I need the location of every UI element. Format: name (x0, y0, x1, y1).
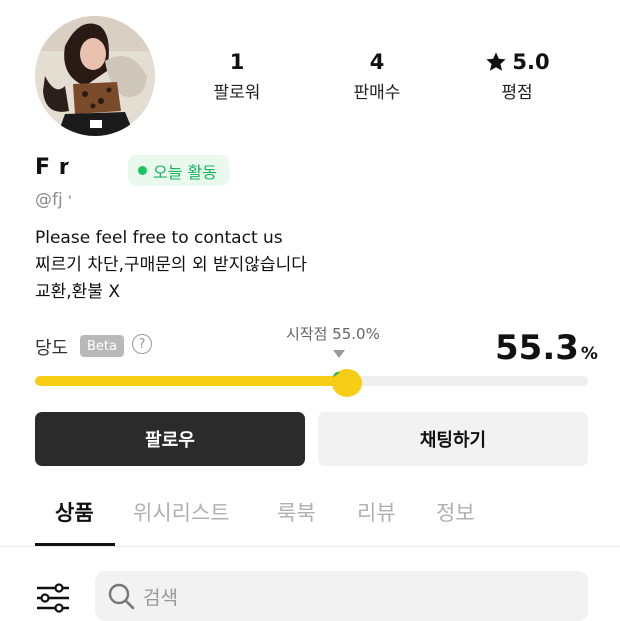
followers-label: 팔로워 (213, 83, 261, 103)
question-icon[interactable]: ? (132, 334, 152, 354)
sweetness-number: 55.3 (495, 328, 579, 368)
rating-value-wrap: 5.0 (457, 48, 577, 76)
star-icon (486, 52, 507, 71)
active-dot-icon (138, 166, 147, 175)
start-point-marker-icon (333, 350, 345, 358)
sweetness-fill (35, 376, 341, 386)
active-tab-indicator (35, 543, 115, 546)
tab-divider (0, 546, 620, 547)
sweetness-unit: % (580, 344, 598, 364)
start-point-label: 시작점 55.0% (286, 325, 380, 343)
avatar-photo (35, 16, 155, 136)
tab-products[interactable]: 상품 (55, 497, 94, 527)
avatar[interactable] (35, 16, 155, 136)
lemon-knob-icon (328, 363, 364, 399)
filter-sliders-icon[interactable] (35, 582, 71, 614)
redaction-mask (68, 156, 110, 184)
sales-count: 4 (369, 50, 385, 74)
sales-label: 판매수 (353, 83, 401, 103)
tab-info[interactable]: 정보 (436, 497, 475, 527)
beta-badge: Beta (80, 335, 124, 357)
activity-badge: 오늘 활동 (128, 155, 229, 186)
redaction-mask (70, 191, 120, 213)
tab-reviews[interactable]: 리뷰 (357, 497, 396, 527)
follow-button[interactable]: 팔로우 (35, 412, 305, 466)
search-input[interactable]: 검색 (95, 571, 588, 621)
rating-label: 평점 (501, 83, 533, 103)
bio-line: Please feel free to contact us (35, 228, 283, 248)
tab-lookbook[interactable]: 룩북 (277, 497, 316, 527)
tab-wishlist[interactable]: 위시리스트 (133, 497, 230, 527)
sweetness-value: 55.3 % (495, 328, 598, 368)
bio-line: 찌르기 차단,구매문의 외 받지않습니다 (35, 255, 307, 275)
sweetness-label: 당도 (35, 338, 69, 359)
search-icon (108, 583, 135, 610)
bio-line: 교환,환불 X (35, 282, 121, 302)
followers-count: 1 (229, 50, 245, 74)
sweetness-track (35, 376, 588, 386)
stat-rating[interactable]: 5.0 평점 (457, 48, 577, 104)
stat-sales[interactable]: 4 판매수 (317, 48, 437, 104)
stat-followers[interactable]: 1 팔로워 (177, 48, 297, 104)
search-placeholder: 검색 (143, 586, 178, 609)
chat-button[interactable]: 채팅하기 (318, 412, 588, 466)
rating-value: 5.0 (512, 50, 550, 74)
activity-badge-label: 오늘 활동 (153, 162, 217, 182)
